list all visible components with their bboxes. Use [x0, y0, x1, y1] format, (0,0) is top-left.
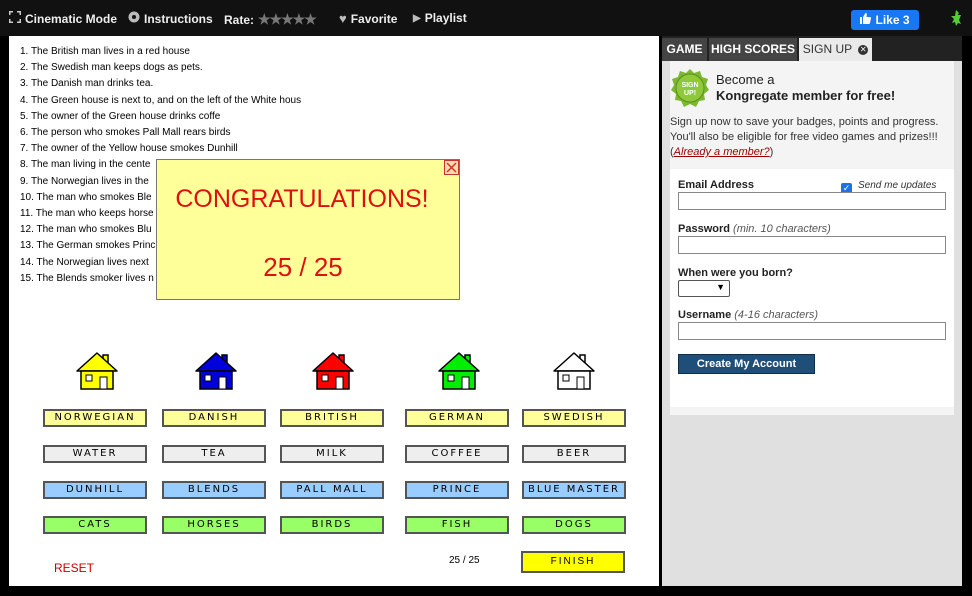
- smoke-tile[interactable]: BLENDS: [162, 481, 266, 499]
- kongregate-icon[interactable]: [948, 10, 964, 29]
- facebook-like-button[interactable]: Like 3: [851, 10, 919, 30]
- smoke-tile[interactable]: DUNHILL: [43, 481, 147, 499]
- tab-bar: GAME HIGH SCORES SIGN UP ✕: [662, 36, 962, 61]
- pet-tile[interactable]: HORSES: [162, 516, 266, 534]
- house-icon: [76, 351, 118, 396]
- birthdate-select[interactable]: ▼: [678, 280, 730, 297]
- house-icon: [438, 351, 480, 396]
- drink-tile[interactable]: BEER: [522, 445, 626, 463]
- dialog-score: 25 / 25: [263, 252, 343, 282]
- svg-text:UP!: UP!: [684, 90, 696, 97]
- password-label-text: Password: [678, 223, 730, 235]
- clue-item: 3. The Danish man drinks tea.: [20, 78, 154, 90]
- send-updates-label: Send me updates: [858, 180, 937, 191]
- tab-sign-up-label: SIGN UP: [802, 42, 852, 56]
- password-hint: (min. 10 characters): [733, 223, 831, 235]
- top-bar: Cinematic Mode Instructions Rate: ★★★★★ …: [0, 0, 972, 36]
- signup-heading: Become a Kongregate member for free!: [716, 72, 895, 104]
- clue-item: 1. The British man lives in a red house: [20, 46, 190, 57]
- instructions-icon: [128, 11, 140, 26]
- house-icon: [553, 351, 595, 396]
- tab-high-scores[interactable]: HIGH SCORES: [709, 38, 797, 61]
- heart-icon: ♥: [339, 11, 347, 26]
- signup-intro: Sign up now to save your badges, points …: [670, 115, 950, 160]
- password-field[interactable]: [678, 236, 946, 254]
- username-label-text: Username: [678, 309, 732, 321]
- side-panel: GAME HIGH SCORES SIGN UP ✕ SIGN UP! Beco…: [662, 36, 962, 586]
- thumbs-up-icon: [860, 13, 872, 27]
- expand-icon: [9, 11, 21, 26]
- nationality-tile[interactable]: BRITISH: [280, 409, 384, 427]
- like-label: Like 3: [875, 13, 910, 27]
- rate-widget: Rate: ★★★★★: [224, 11, 317, 28]
- drink-tile[interactable]: MILK: [280, 445, 384, 463]
- house-icon: [195, 351, 237, 396]
- drink-tile[interactable]: WATER: [43, 445, 147, 463]
- cinematic-mode-label: Cinematic Mode: [25, 11, 118, 26]
- password-label: Password (min. 10 characters): [678, 223, 831, 235]
- pet-tile[interactable]: DOGS: [522, 516, 626, 534]
- smoke-tile[interactable]: PALL MALL: [280, 481, 384, 499]
- favorite-button[interactable]: ♥ Favorite: [339, 11, 397, 26]
- already-member-link[interactable]: Already a member?: [674, 146, 770, 158]
- close-tab-icon[interactable]: ✕: [858, 44, 869, 55]
- game-panel: 1. The British man lives in a red house …: [9, 36, 659, 586]
- drink-tile[interactable]: TEA: [162, 445, 266, 463]
- clue-item: 5. The owner of the Green house drinks c…: [20, 110, 221, 122]
- score-counter: 25 / 25: [449, 555, 480, 566]
- smoke-tile[interactable]: BLUE MASTER: [522, 481, 626, 499]
- clue-item: 6. The person who smokes Pall Mall rears…: [20, 127, 231, 139]
- chevron-down-icon: ▼: [716, 282, 725, 292]
- pet-tile[interactable]: BIRDS: [280, 516, 384, 534]
- clue-item: 4. The Green house is next to, and on th…: [20, 94, 302, 106]
- reset-button[interactable]: RESET: [54, 561, 94, 575]
- playlist-button[interactable]: ▶ Playlist: [413, 11, 467, 25]
- email-field[interactable]: [678, 192, 946, 210]
- nationality-tile[interactable]: SWEDISH: [522, 409, 626, 427]
- create-account-button[interactable]: Create My Account: [678, 354, 815, 374]
- pet-tile[interactable]: FISH: [405, 516, 509, 534]
- sign-up-badge-icon: SIGN UP!: [670, 68, 710, 113]
- rating-stars[interactable]: ★★★★★: [258, 11, 317, 28]
- playlist-label: Playlist: [424, 11, 467, 25]
- rate-label: Rate:: [224, 12, 255, 27]
- nationality-tile[interactable]: NORWEGIAN: [43, 409, 147, 427]
- dialog-title: CONGRATULATIONS!: [175, 185, 429, 213]
- drink-tile[interactable]: COFFEE: [405, 445, 509, 463]
- house-icon: [312, 351, 354, 396]
- nationality-tile[interactable]: DANISH: [162, 409, 266, 427]
- email-label: Email Address: [678, 179, 755, 191]
- finish-button[interactable]: FINISH: [521, 551, 625, 573]
- username-field[interactable]: [678, 322, 946, 340]
- instructions-button[interactable]: Instructions: [128, 11, 213, 26]
- clue-item: 7. The owner of the Yellow house smokes …: [20, 143, 238, 155]
- smoke-tile[interactable]: PRINCE: [405, 481, 509, 499]
- nationality-tile[interactable]: GERMAN: [405, 409, 509, 427]
- signup-heading-line1: Become a: [716, 72, 775, 87]
- username-label: Username (4-16 characters): [678, 309, 818, 321]
- tab-game[interactable]: GAME: [662, 38, 707, 61]
- close-button[interactable]: [444, 160, 459, 175]
- pet-tile[interactable]: CATS: [43, 516, 147, 534]
- play-icon: ▶: [413, 12, 421, 24]
- signup-panel: SIGN UP! Become a Kongregate member for …: [670, 61, 954, 415]
- signup-heading-line2: Kongregate member for free!: [716, 88, 896, 103]
- signup-intro-close: ): [769, 146, 774, 158]
- congratulations-dialog: CONGRATULATIONS! 25 / 25: [156, 159, 460, 300]
- signup-form: Email Address ✓ Send me updates Password…: [670, 169, 954, 407]
- favorite-label: Favorite: [350, 11, 398, 26]
- instructions-label: Instructions: [144, 11, 213, 26]
- close-icon: [446, 162, 457, 173]
- clue-item: 2. The Swedish man keeps dogs as pets.: [20, 62, 203, 74]
- cinematic-mode-button[interactable]: Cinematic Mode: [9, 11, 117, 26]
- svg-text:SIGN: SIGN: [681, 82, 698, 89]
- tab-sign-up[interactable]: SIGN UP ✕: [799, 38, 872, 61]
- birthdate-label: When were you born?: [678, 267, 793, 279]
- username-hint: (4-16 characters): [734, 309, 819, 321]
